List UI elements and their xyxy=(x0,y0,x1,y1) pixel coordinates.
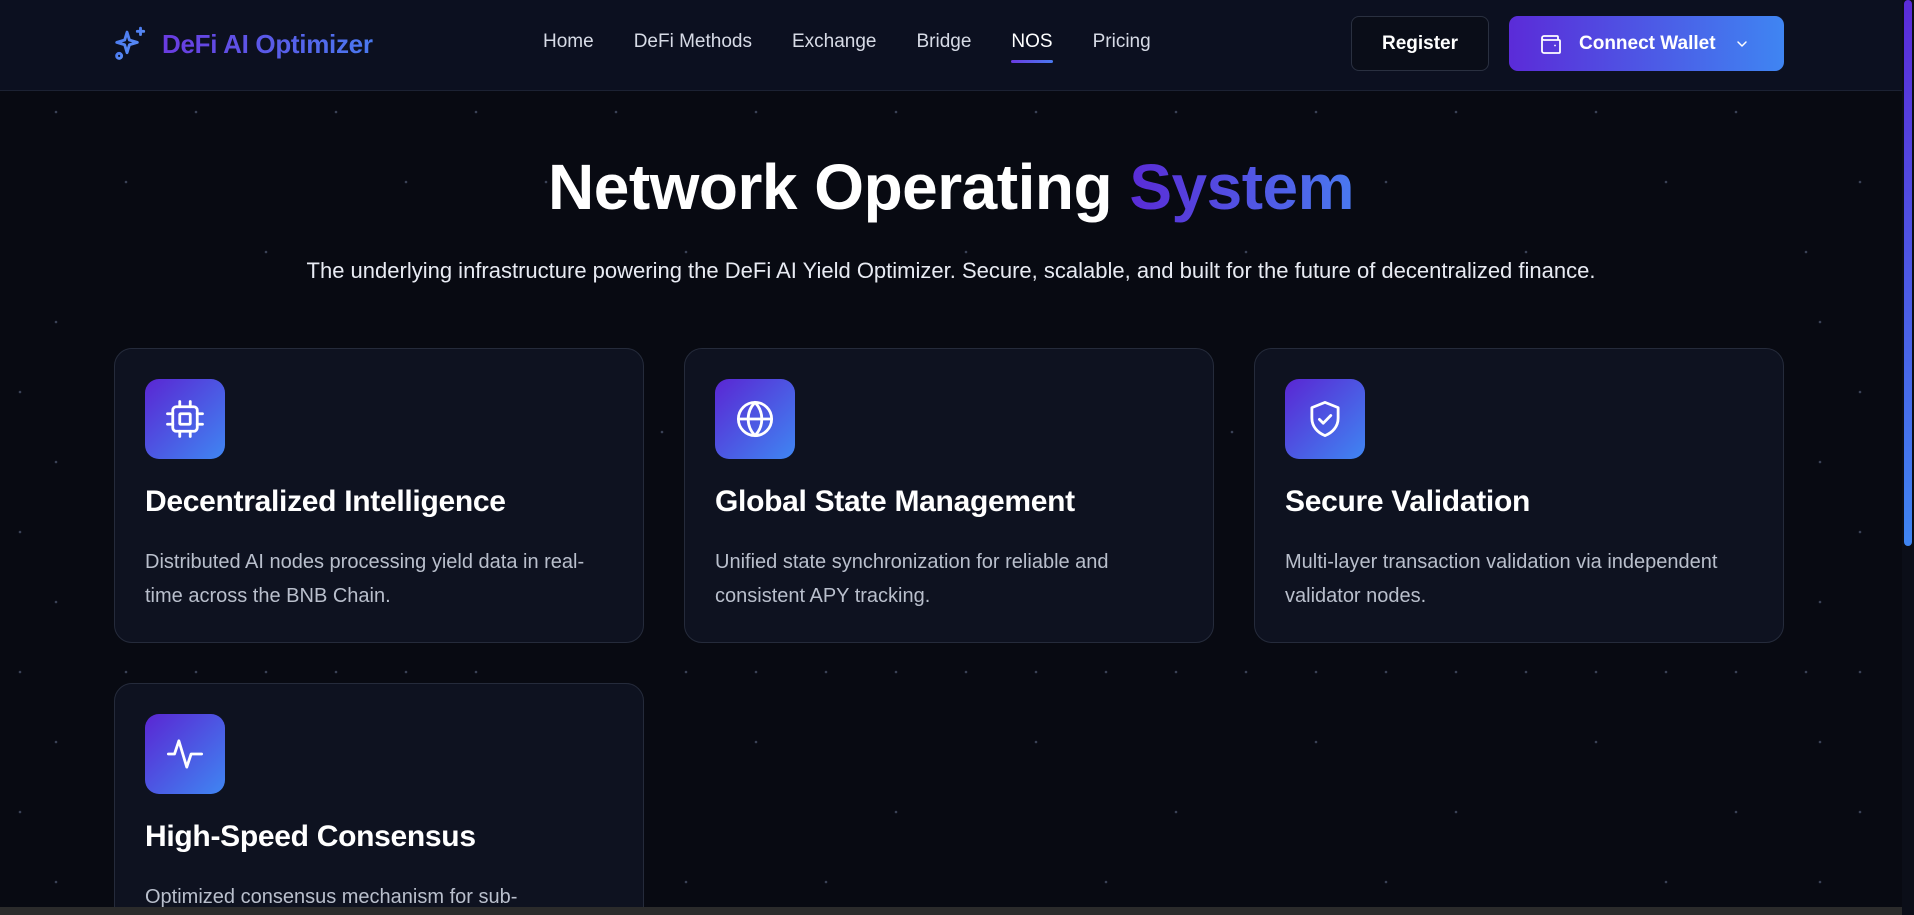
feature-card-high-speed-consensus: High-Speed Consensus Optimized consensus… xyxy=(114,683,644,915)
page-subtitle: The underlying infrastructure powering t… xyxy=(306,258,1596,283)
nav-nos[interactable]: NOS xyxy=(1011,30,1053,63)
card-description: Multi-layer transaction validation via i… xyxy=(1285,551,1718,607)
cpu-icon xyxy=(166,400,204,438)
nav-exchange[interactable]: Exchange xyxy=(792,30,877,62)
register-button[interactable]: Register xyxy=(1351,16,1489,71)
brand-name: DeFi AI Optimizer xyxy=(162,28,373,59)
scrollbar-thumb[interactable] xyxy=(1904,0,1912,546)
bottom-edge-bar xyxy=(0,907,1902,915)
top-navbar: DeFi AI Optimizer Home DeFi Methods Exch… xyxy=(0,0,1902,91)
page-title-accent: System xyxy=(1129,151,1354,223)
feature-card-global-state-management: Global State Management Unified state sy… xyxy=(684,348,1214,643)
feature-card-secure-validation: Secure Validation Multi-layer transactio… xyxy=(1254,348,1784,643)
card-description: Distributed AI nodes processing yield da… xyxy=(145,551,585,607)
shield-check-icon xyxy=(1310,400,1340,438)
activity-icon xyxy=(166,739,204,769)
brand-logo[interactable]: DeFi AI Optimizer xyxy=(112,24,373,64)
card-title: Secure Validation xyxy=(1285,485,1530,518)
globe-icon xyxy=(736,400,774,438)
card-description: Unified state synchronization for reliab… xyxy=(715,551,1109,607)
card-icon-tile xyxy=(715,379,795,459)
nav-home[interactable]: Home xyxy=(543,30,594,62)
vertical-scrollbar[interactable] xyxy=(1902,0,1914,915)
sparkles-icon xyxy=(115,26,146,60)
feature-card-decentralized-intelligence: Decentralized Intelligence Distributed A… xyxy=(114,348,644,643)
card-icon-tile xyxy=(1285,379,1365,459)
connect-wallet-label: Connect Wallet xyxy=(1579,32,1716,54)
page-title: Network Operating System xyxy=(0,150,1902,224)
nav-pricing[interactable]: Pricing xyxy=(1093,30,1151,62)
card-title: Decentralized Intelligence xyxy=(145,485,506,518)
wallet-icon xyxy=(1541,34,1561,54)
card-title: High-Speed Consensus xyxy=(145,820,476,853)
chevron-down-icon xyxy=(1736,40,1747,47)
card-title: Global State Management xyxy=(715,485,1075,518)
connect-wallet-button[interactable]: Connect Wallet xyxy=(1509,16,1784,71)
page-title-main: Network Operating xyxy=(548,151,1130,223)
card-icon-tile xyxy=(145,714,225,794)
card-icon-tile xyxy=(145,379,225,459)
nav-defi-methods[interactable]: DeFi Methods xyxy=(634,30,752,62)
nav-bridge[interactable]: Bridge xyxy=(916,30,971,62)
main-nav: Home DeFi Methods Exchange Bridge NOS Pr… xyxy=(543,30,1191,63)
